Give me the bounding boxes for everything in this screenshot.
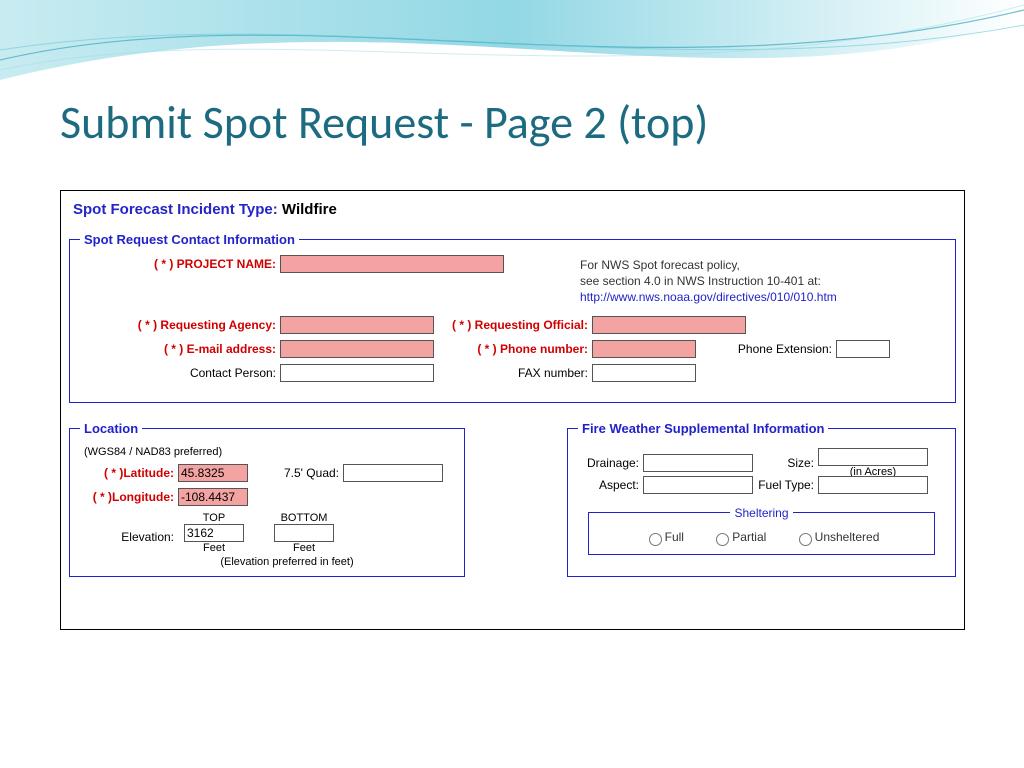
elevation-top-unit: Feet <box>178 542 250 554</box>
policy-link[interactable]: http://www.nws.noaa.gov/directives/010/0… <box>580 289 837 305</box>
sheltering-unsheltered-radio[interactable] <box>799 533 812 546</box>
sheltering-partial-radio[interactable] <box>716 533 729 546</box>
fuel-type-input[interactable] <box>818 476 928 494</box>
size-label: Size: <box>753 456 818 470</box>
project-name-label: ( * ) PROJECT NAME: <box>80 257 280 271</box>
requesting-official-input[interactable] <box>592 316 746 334</box>
contact-info-fieldset: Spot Request Contact Information ( * ) P… <box>69 232 956 403</box>
size-input[interactable] <box>818 448 928 466</box>
longitude-label: ( * )Longitude: <box>80 490 178 504</box>
contact-person-label: Contact Person: <box>80 366 280 380</box>
quad-label: 7.5' Quad: <box>248 466 343 480</box>
sheltering-partial-option[interactable]: Partial <box>711 530 766 544</box>
contact-person-input[interactable] <box>280 364 434 382</box>
elevation-top-header: TOP <box>178 512 250 524</box>
elevation-bottom-header: BOTTOM <box>268 512 340 524</box>
quad-input[interactable] <box>343 464 443 482</box>
elevation-bottom-unit: Feet <box>268 542 340 554</box>
drainage-label: Drainage: <box>578 456 643 470</box>
longitude-input[interactable] <box>178 488 248 506</box>
form-screenshot-frame: Spot Forecast Incident Type: Wildfire Sp… <box>60 190 965 630</box>
sheltering-unsheltered-option[interactable]: Unsheltered <box>794 530 880 544</box>
drainage-input[interactable] <box>643 454 753 472</box>
supplemental-legend: Fire Weather Supplemental Information <box>578 421 828 436</box>
fax-label: FAX number: <box>434 366 592 380</box>
aspect-label: Aspect: <box>578 478 643 492</box>
policy-line1: For NWS Spot forecast policy, <box>580 257 837 273</box>
sheltering-fieldset: Sheltering Full Partial Unsheltered <box>588 506 935 555</box>
elevation-label: Elevation: <box>80 512 178 544</box>
phone-input[interactable] <box>592 340 696 358</box>
sheltering-unsheltered-label: Unsheltered <box>815 530 880 544</box>
location-fieldset: Location (WGS84 / NAD83 preferred) ( * )… <box>69 421 465 577</box>
contact-info-legend: Spot Request Contact Information <box>80 232 299 247</box>
sheltering-partial-label: Partial <box>732 530 766 544</box>
sheltering-legend: Sheltering <box>730 506 792 520</box>
elevation-bottom-input[interactable] <box>274 524 334 542</box>
requesting-agency-label: ( * ) Requesting Agency: <box>80 318 280 332</box>
phone-ext-label: Phone Extension: <box>696 342 836 356</box>
elevation-top-input[interactable] <box>184 524 244 542</box>
latitude-input[interactable] <box>178 464 248 482</box>
project-name-input[interactable] <box>280 255 504 273</box>
policy-text: For NWS Spot forecast policy, see sectio… <box>530 255 837 306</box>
latitude-label: ( * )Latitude: <box>80 466 178 480</box>
incident-type-label: Spot Forecast Incident Type: <box>73 201 278 218</box>
email-label: ( * ) E-mail address: <box>80 342 280 356</box>
slide-title: Submit Spot Request - Page 2 (top) <box>60 95 708 151</box>
sheltering-full-option[interactable]: Full <box>644 530 684 544</box>
fax-input[interactable] <box>592 364 696 382</box>
email-input[interactable] <box>280 340 434 358</box>
coord-system-note: (WGS84 / NAD83 preferred) <box>84 446 454 458</box>
phone-label: ( * ) Phone number: <box>434 342 592 356</box>
location-legend: Location <box>80 421 142 436</box>
requesting-official-label: ( * ) Requesting Official: <box>434 318 592 332</box>
aspect-input[interactable] <box>643 476 753 494</box>
incident-type-line: Spot Forecast Incident Type: Wildfire <box>73 201 958 218</box>
supplemental-fieldset: Fire Weather Supplemental Information Dr… <box>567 421 956 577</box>
elevation-note: (Elevation preferred in feet) <box>120 556 454 568</box>
requesting-agency-input[interactable] <box>280 316 434 334</box>
policy-line2: see section 4.0 in NWS Instruction 10-40… <box>580 273 837 289</box>
fuel-type-label: Fuel Type: <box>753 478 818 492</box>
sheltering-full-radio[interactable] <box>649 533 662 546</box>
incident-type-value: Wildfire <box>282 201 337 218</box>
sheltering-full-label: Full <box>665 530 684 544</box>
phone-ext-input[interactable] <box>836 340 890 358</box>
